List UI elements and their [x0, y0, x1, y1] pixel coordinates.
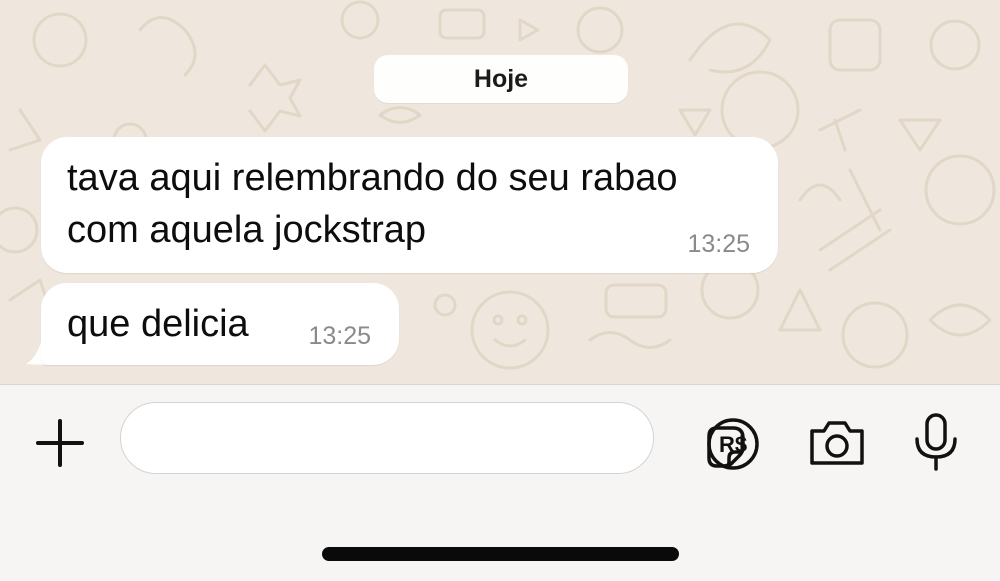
chat-area: Hoje tava aqui relembrando do seu rabao … — [0, 0, 1000, 384]
home-indicator[interactable] — [322, 547, 679, 561]
message-text: que delicia — [67, 303, 249, 345]
camera-icon — [810, 421, 864, 465]
date-label: Hoje — [473, 64, 529, 93]
attach-button[interactable] — [30, 413, 90, 473]
microphone-icon — [915, 413, 957, 471]
payment-button[interactable]: R$ — [702, 413, 764, 475]
plus-icon — [36, 419, 84, 467]
message-input-field[interactable] — [145, 417, 569, 461]
svg-text:R$: R$ — [719, 432, 747, 457]
message-bubble[interactable]: que delicia 13:25 — [41, 283, 399, 365]
pix-payment-icon: R$ — [707, 418, 759, 470]
message-composer: R$ — [0, 385, 1000, 581]
message-timestamp: 13:25 — [308, 322, 371, 350]
camera-button[interactable] — [804, 413, 870, 473]
message-timestamp: 13:25 — [687, 230, 750, 258]
voice-message-button[interactable] — [908, 409, 964, 475]
message-bubble[interactable]: tava aqui relembrando do seu rabao com a… — [41, 137, 778, 273]
message-text: tava aqui relembrando do seu rabao com a… — [67, 157, 678, 251]
date-divider: Hoje — [374, 55, 628, 103]
message-input[interactable] — [120, 402, 745, 474]
